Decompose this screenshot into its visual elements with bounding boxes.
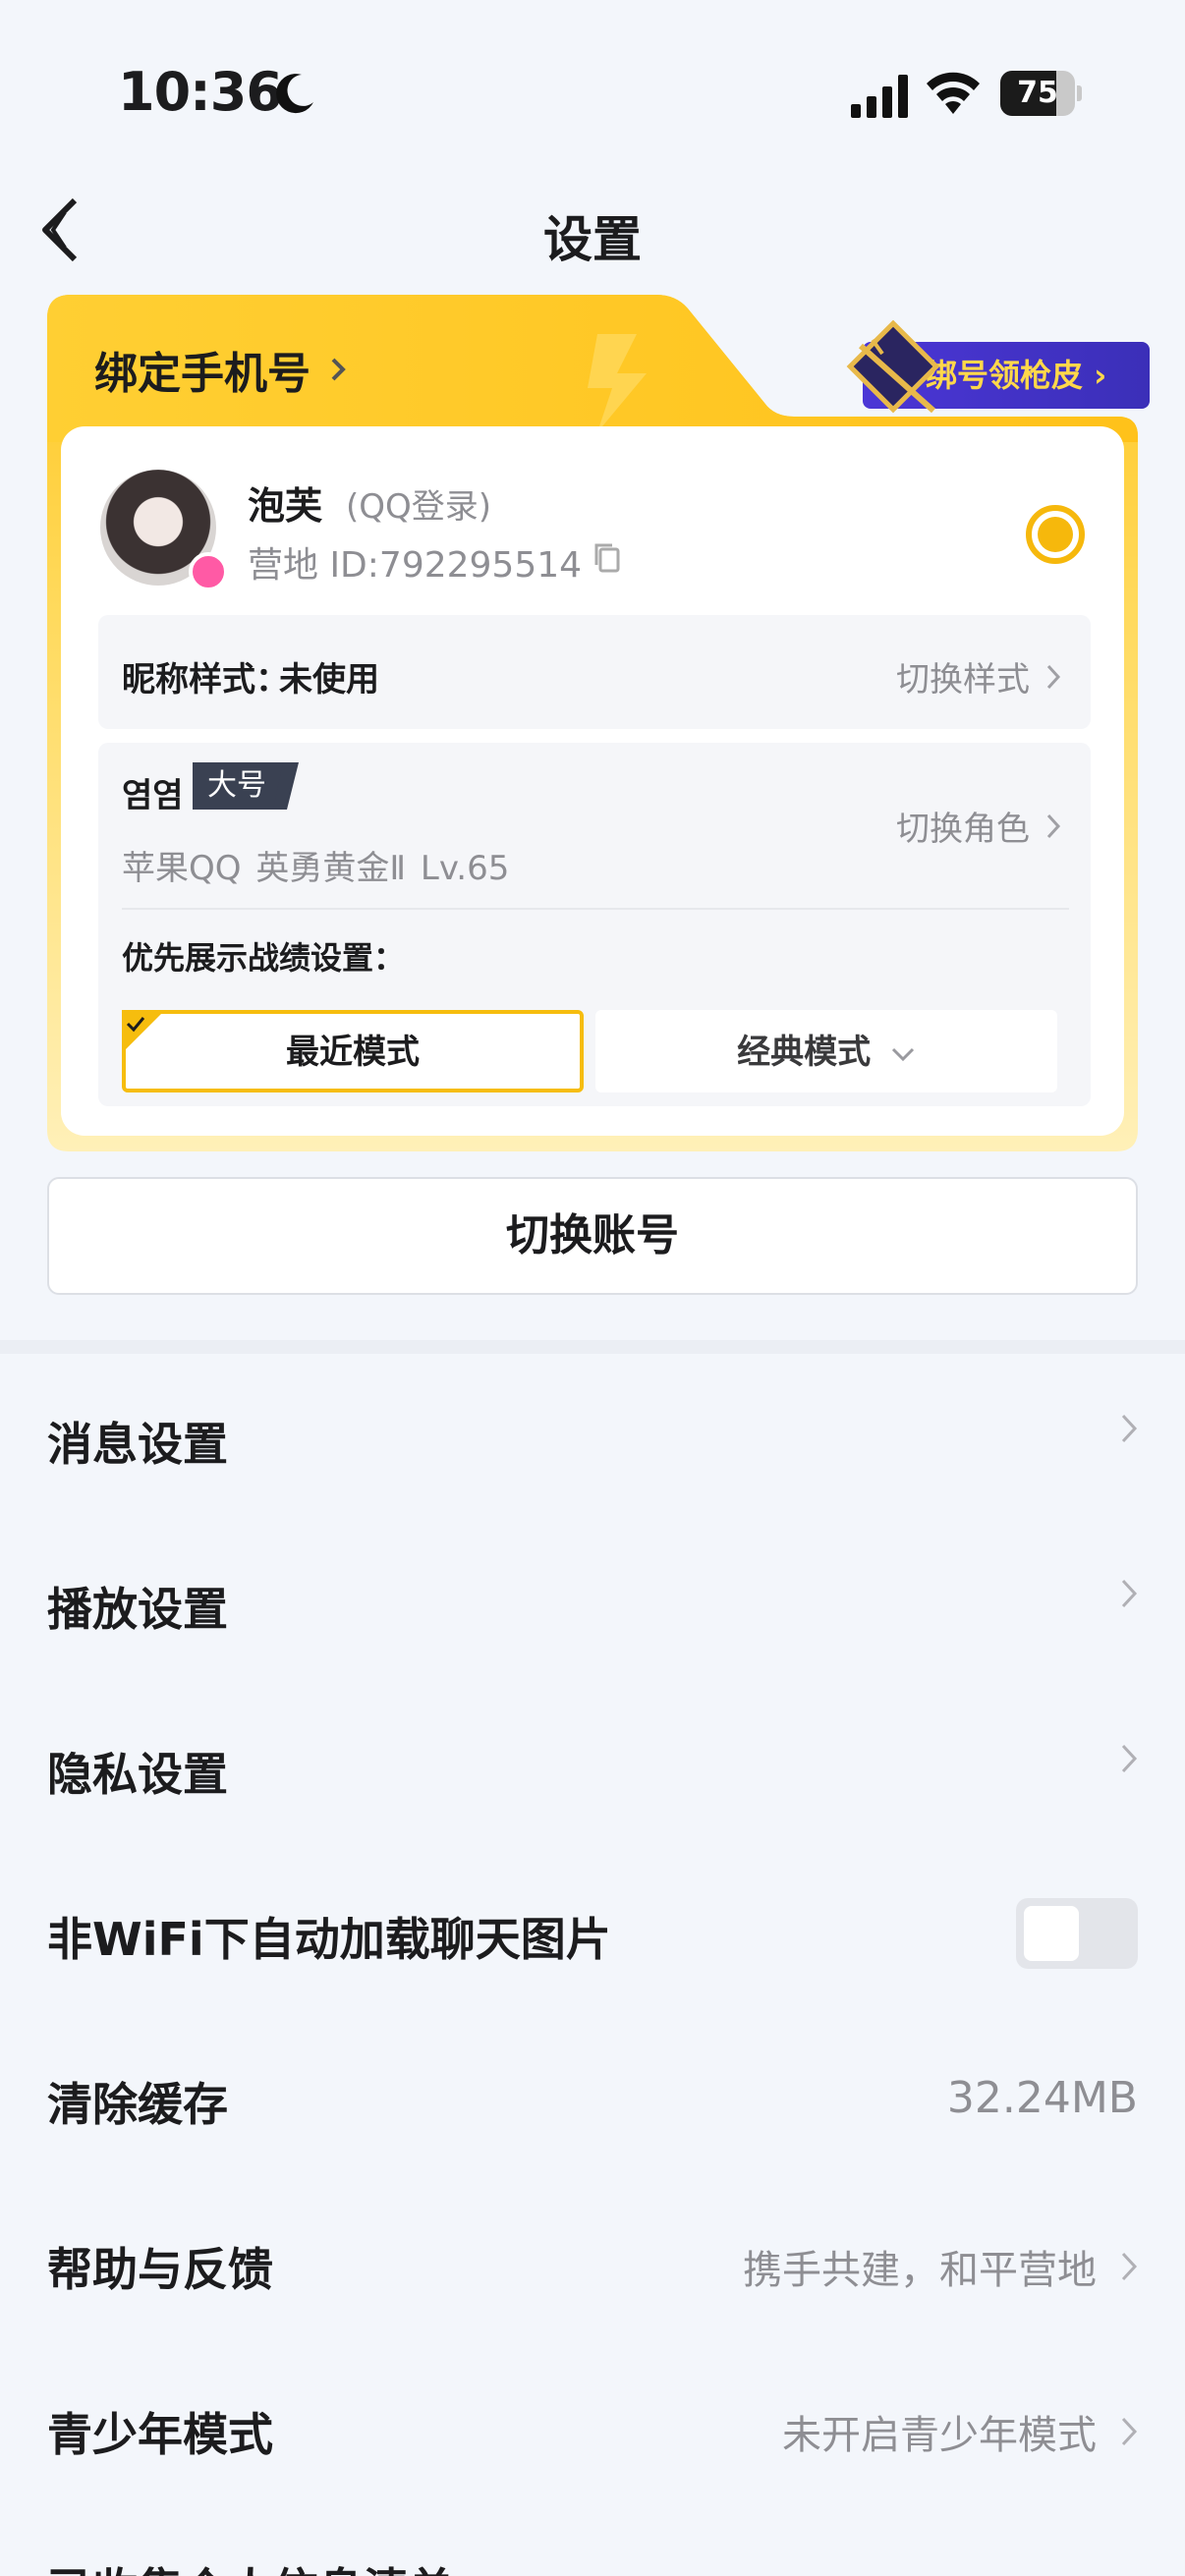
login-type: (QQ登录)	[346, 487, 492, 527]
camp-id: 营地 ID:792295514	[248, 545, 583, 586]
classic-mode-dropdown[interactable]: 经典模式	[595, 1010, 1057, 1092]
switch-style-button[interactable]: 切换样式	[896, 652, 1061, 700]
setting-label: 非WiFi下自动加载聊天图片	[47, 1913, 611, 1966]
cellular-signal-icon	[851, 75, 908, 118]
toggle-knob	[1024, 1906, 1079, 1961]
profile-nickname: 泡芙	[248, 484, 323, 528]
promo-banner[interactable]: 绑号领枪皮 ›	[804, 314, 1169, 414]
setting-label: 隐私设置	[47, 1748, 228, 1801]
divider	[122, 908, 1069, 910]
priority-display-label: 优先展示战绩设置：	[122, 939, 406, 977]
profile-panel: 泡芙 (QQ登录) 营地 ID:792295514 昵称样式： 未使用 切换样式…	[61, 426, 1124, 1136]
chevron-right-icon	[1121, 1744, 1138, 1773]
chevron-right-icon	[331, 358, 346, 381]
chevron-right-icon	[1046, 664, 1061, 689]
setting-label: 青少年模式	[47, 2408, 273, 2461]
main-account-tag-label: 大号	[207, 768, 266, 803]
playback-settings-row[interactable]: 播放设置	[47, 1548, 1138, 1656]
chevron-right-icon	[1121, 2252, 1138, 2281]
role-name: 염염	[122, 776, 184, 815]
female-gender-icon	[189, 552, 228, 591]
chevron-right-icon	[1121, 1579, 1138, 1608]
status-bar: 10:36 75	[0, 0, 1185, 187]
setting-label: 消息设置	[47, 1418, 228, 1471]
gun-skin-emblem-icon	[846, 320, 940, 414]
nickname-style-label: 昵称样式：	[122, 660, 289, 700]
wifi-icon	[927, 72, 980, 114]
status-time: 10:36	[118, 61, 283, 123]
auto-load-images-row: 非WiFi下自动加载聊天图片	[47, 1878, 1138, 1987]
setting-label: 播放设置	[47, 1583, 228, 1636]
privacy-settings-row[interactable]: 隐私设置	[47, 1713, 1138, 1821]
battery-icon: 75	[1000, 71, 1082, 116]
chevron-right-icon	[1121, 2417, 1138, 2446]
switch-role-button[interactable]: 切换角色	[896, 802, 1061, 850]
role-detail: 苹果QQ 英勇黄金Ⅱ Lv.65	[122, 849, 510, 888]
chevron-right-icon	[1046, 813, 1061, 838]
cache-size: 32.24MB	[946, 2073, 1138, 2123]
clear-cache-row[interactable]: 清除缓存 32.24MB	[47, 2044, 1138, 2152]
personal-info-list-row[interactable]: 已收集个人信息清单	[47, 2554, 454, 2576]
message-settings-row[interactable]: 消息设置	[47, 1383, 1138, 1491]
switch-account-button[interactable]: 切换账号	[47, 1177, 1138, 1295]
bind-phone-link[interactable]: 绑定手机号	[94, 338, 348, 401]
setting-value: 未开启青少年模式	[782, 2413, 1097, 2458]
selected-radio-icon[interactable]	[1024, 503, 1087, 566]
chevron-right-icon	[1121, 1414, 1138, 1443]
auto-load-images-toggle[interactable]	[1016, 1898, 1138, 1969]
help-feedback-row[interactable]: 帮助与反馈 携手共建，和平营地	[47, 2209, 1138, 2317]
section-divider	[0, 1340, 1185, 1354]
setting-value: 携手共建，和平营地	[743, 2248, 1097, 2293]
nickname-style-value: 未使用	[279, 660, 379, 700]
role-panel: 염염 大号 苹果QQ 英勇黄金Ⅱ Lv.65 切换角色 优先展示战绩设置： 最近…	[98, 743, 1091, 1106]
account-card: 绑定手机号 绑号领枪皮 › 泡芙 (QQ登录) 营地 ID:792295514	[47, 295, 1150, 1151]
page-title: 设置	[543, 211, 642, 268]
moon-icon	[276, 74, 313, 114]
check-corner-icon	[122, 1010, 165, 1053]
battery-percent: 75	[1017, 76, 1058, 110]
recent-mode-button[interactable]: 最近模式	[122, 1010, 584, 1092]
bind-phone-label: 绑定手机号	[94, 349, 310, 399]
setting-label: 清除缓存	[47, 2078, 228, 2131]
setting-label: 帮助与反馈	[47, 2243, 273, 2296]
copy-icon[interactable]	[592, 540, 623, 576]
chevron-down-icon	[891, 1047, 914, 1062]
teen-mode-row[interactable]: 青少年模式 未开启青少年模式	[47, 2374, 1138, 2482]
nickname-style-row[interactable]: 昵称样式： 未使用 切换样式	[98, 615, 1091, 729]
